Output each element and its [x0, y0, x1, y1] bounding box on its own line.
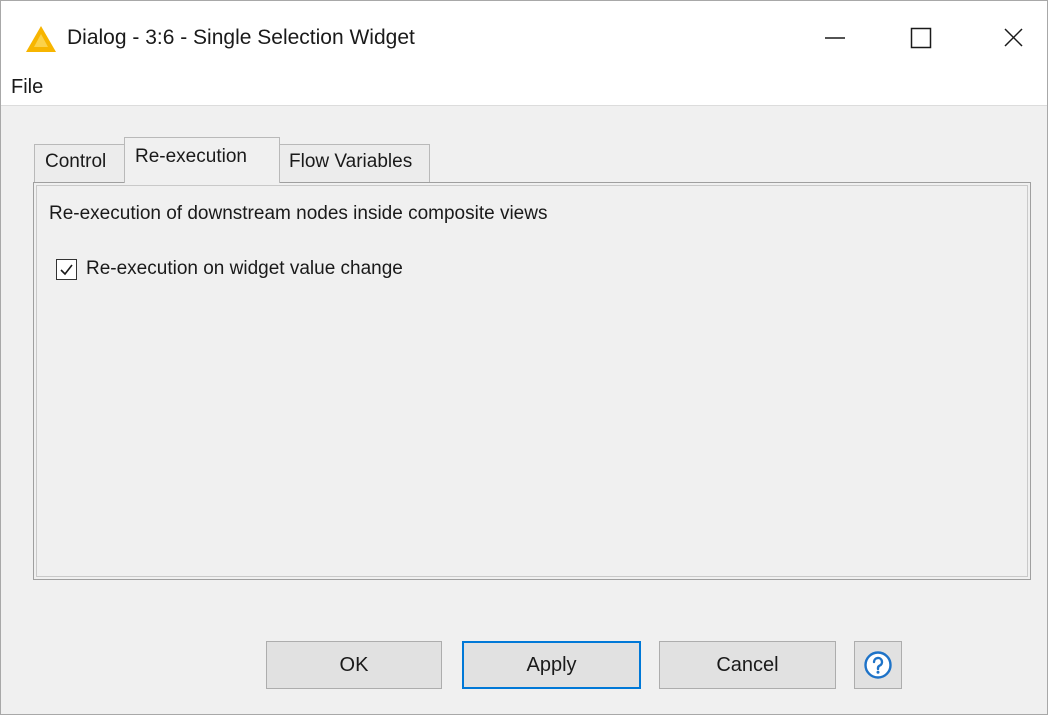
apply-button[interactable]: Apply: [462, 641, 641, 689]
ok-button[interactable]: OK: [266, 641, 442, 689]
help-button[interactable]: [854, 641, 902, 689]
window-title: Dialog - 3:6 - Single Selection Widget: [67, 26, 415, 49]
panel-description: Re-execution of downstream nodes inside …: [49, 203, 548, 224]
knime-triangle-icon: [25, 25, 57, 53]
tab-flow-variables[interactable]: Flow Variables: [279, 144, 430, 182]
menu-separator: [1, 105, 1047, 106]
tab-control[interactable]: Control: [34, 144, 126, 182]
checkmark-icon: [60, 264, 73, 276]
menu-bar: File: [1, 75, 1047, 105]
maximize-icon: [910, 27, 932, 49]
reexecution-checkbox-label[interactable]: Re-execution on widget value change: [86, 258, 403, 280]
tab-panel: Re-execution of downstream nodes inside …: [33, 182, 1031, 580]
minimize-button[interactable]: [806, 1, 864, 75]
maximize-button[interactable]: [894, 1, 952, 75]
tab-re-execution[interactable]: Re-execution: [124, 137, 280, 183]
minimize-icon: [825, 37, 845, 39]
close-icon: [1004, 28, 1023, 47]
dialog-window: Dialog - 3:6 - Single Selection Widget F…: [0, 0, 1048, 715]
help-icon: [864, 651, 892, 679]
cancel-button[interactable]: Cancel: [659, 641, 836, 689]
close-button[interactable]: [985, 1, 1043, 75]
title-bar: Dialog - 3:6 - Single Selection Widget: [1, 1, 1047, 75]
panel-inner-border: Re-execution of downstream nodes inside …: [36, 185, 1028, 577]
reexecution-checkbox[interactable]: [56, 259, 77, 280]
menu-file[interactable]: File: [11, 76, 43, 99]
